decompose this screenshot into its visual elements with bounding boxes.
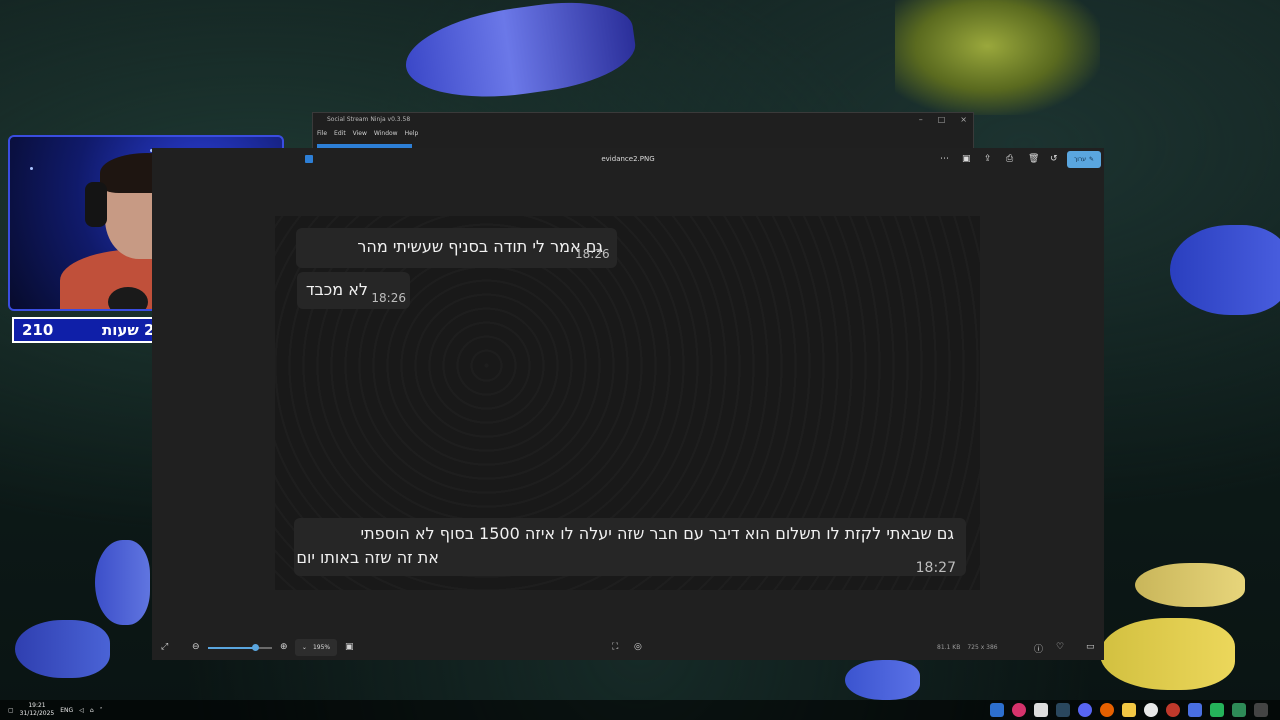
background-fish bbox=[400, 0, 640, 110]
volume-icon[interactable]: ◁ bbox=[79, 707, 84, 714]
background-fish bbox=[95, 540, 150, 625]
steam-icon[interactable] bbox=[1056, 703, 1070, 717]
obs-icon[interactable] bbox=[1166, 703, 1180, 717]
app-icon[interactable] bbox=[1034, 703, 1048, 717]
delete-icon[interactable]: 🗑 bbox=[1028, 154, 1039, 164]
whatsapp-icon[interactable] bbox=[1210, 703, 1224, 717]
taskbar-apps bbox=[990, 703, 1268, 717]
clock-time: 19:21 bbox=[28, 702, 46, 709]
edit-button[interactable]: ערוך ✎ bbox=[1067, 151, 1101, 168]
language-indicator[interactable]: ENG bbox=[60, 707, 73, 714]
message-time: 18:26 bbox=[575, 247, 610, 261]
message-text-line-1: גם שבאתי לקזת לו תשלום הוא דיבר עם חבר ש… bbox=[360, 524, 954, 543]
file-size: 81.1 KB bbox=[937, 644, 961, 651]
background-fish bbox=[1135, 563, 1245, 607]
maximize-icon[interactable]: □ bbox=[938, 115, 946, 124]
viewed-image: גם אמר לי תודה בסניף שעשיתי מהר 18:26 לא… bbox=[275, 216, 980, 590]
fit-icon[interactable]: ▣ bbox=[345, 642, 354, 652]
zoom-in-icon[interactable]: ⊕ bbox=[280, 642, 288, 652]
chevron-up-icon[interactable]: ˄ bbox=[100, 707, 103, 714]
chevron-down-icon: ⌄ bbox=[301, 644, 307, 651]
app-icon[interactable] bbox=[1254, 703, 1268, 717]
clock[interactable]: 19:21 31/12/2025 bbox=[20, 702, 55, 718]
menu-window[interactable]: Window bbox=[374, 130, 398, 137]
message-time: 18:27 bbox=[915, 560, 956, 576]
chat-bubble: לא מכבד 18:26 bbox=[297, 272, 410, 309]
notification-icon[interactable]: ▢ bbox=[8, 707, 14, 714]
app-icon[interactable] bbox=[990, 703, 1004, 717]
crop-icon[interactable]: ⛶ bbox=[612, 642, 618, 652]
window-title: Social Stream Ninja v0.3.58 bbox=[327, 116, 411, 123]
file-info: 81.1 KB 725 x 386 bbox=[937, 644, 998, 651]
print-icon[interactable]: ⎙ bbox=[1006, 154, 1013, 164]
viewer-statusbar: ⤢ ⊖ ⊕ ⌄ 195% ▣ ⛶ ◎ 81.1 KB 725 x 386 ⓘ ♡… bbox=[152, 636, 1104, 660]
screenshot-icon[interactable]: ▣ bbox=[962, 154, 971, 164]
chrome-icon[interactable] bbox=[1144, 703, 1158, 717]
message-text: לא מכבד bbox=[305, 280, 368, 299]
viewer-toolbar: evidance2.PNG ⋯ ▣ ⇪ ⎙ 🗑 ↺ ערוך ✎ bbox=[152, 148, 1104, 172]
clock-date: 31/12/2025 bbox=[19, 710, 55, 717]
background-fish bbox=[1170, 225, 1280, 315]
message-text-line-2: את זה שזה באותו יום bbox=[296, 548, 439, 567]
minimize-icon[interactable]: – bbox=[919, 115, 923, 124]
counter-left-value: 210 bbox=[22, 321, 54, 339]
zoom-level-dropdown[interactable]: ⌄ 195% bbox=[295, 639, 337, 656]
filmstrip-icon[interactable]: ▭ bbox=[1086, 642, 1095, 652]
focus-icon[interactable]: ◎ bbox=[634, 642, 642, 652]
more-icon[interactable]: ⋯ bbox=[940, 154, 949, 164]
zoom-value: 195% bbox=[312, 644, 331, 651]
menu-view[interactable]: View bbox=[353, 130, 367, 137]
message-text: גם אמר לי תודה בסניף שעשיתי מהר bbox=[357, 237, 603, 256]
image-dimensions: 725 x 386 bbox=[967, 644, 998, 651]
share-icon[interactable]: ⇪ bbox=[984, 154, 992, 164]
menu-help[interactable]: Help bbox=[405, 130, 419, 137]
app-icon[interactable] bbox=[1012, 703, 1026, 717]
message-time: 18:26 bbox=[371, 291, 406, 305]
network-icon[interactable]: ⌂ bbox=[90, 707, 94, 714]
info-icon[interactable]: ⓘ bbox=[1034, 642, 1043, 655]
zoom-out-icon[interactable]: ⊖ bbox=[192, 642, 200, 652]
chat-bubble: גם אמר לי תודה בסניף שעשיתי מהר bbox=[296, 228, 617, 268]
rotate-icon[interactable]: ↺ bbox=[1050, 154, 1058, 164]
zoom-knob[interactable] bbox=[252, 644, 259, 651]
menu-edit[interactable]: Edit bbox=[334, 130, 346, 137]
microphone bbox=[108, 287, 148, 309]
background-coral bbox=[895, 0, 1100, 115]
edit-icon: ✎ bbox=[1088, 156, 1095, 163]
window-controls: – □ × bbox=[919, 115, 967, 124]
background-fish bbox=[15, 620, 110, 678]
favorite-icon[interactable]: ♡ bbox=[1056, 642, 1064, 652]
fullscreen-icon[interactable]: ⤢ bbox=[161, 642, 168, 652]
folder-icon[interactable] bbox=[1122, 703, 1136, 717]
app-icon[interactable] bbox=[1232, 703, 1246, 717]
menu-bar: File Edit View Window Help bbox=[317, 130, 418, 137]
system-tray: ▢ 19:21 31/12/2025 ENG ◁ ⌂ ˄ bbox=[8, 702, 103, 718]
zoom-fill bbox=[208, 647, 255, 649]
firefox-icon[interactable] bbox=[1100, 703, 1114, 717]
app-icon[interactable] bbox=[1188, 703, 1202, 717]
chat-bubble: גם שבאתי לקזת לו תשלום הוא דיבר עם חבר ש… bbox=[294, 518, 966, 576]
taskbar: ▢ 19:21 31/12/2025 ENG ◁ ⌂ ˄ bbox=[0, 700, 1280, 720]
background-fish bbox=[1100, 618, 1235, 690]
background-fish bbox=[845, 660, 920, 700]
discord-icon[interactable] bbox=[1078, 703, 1092, 717]
photo-viewer: evidance2.PNG ⋯ ▣ ⇪ ⎙ 🗑 ↺ ערוך ✎ גם אמר … bbox=[152, 148, 1104, 660]
zoom-slider[interactable] bbox=[208, 644, 272, 651]
edit-label: ערוך bbox=[1073, 156, 1086, 163]
close-icon[interactable]: × bbox=[960, 115, 967, 124]
headphones bbox=[85, 182, 107, 227]
menu-file[interactable]: File bbox=[317, 130, 327, 137]
